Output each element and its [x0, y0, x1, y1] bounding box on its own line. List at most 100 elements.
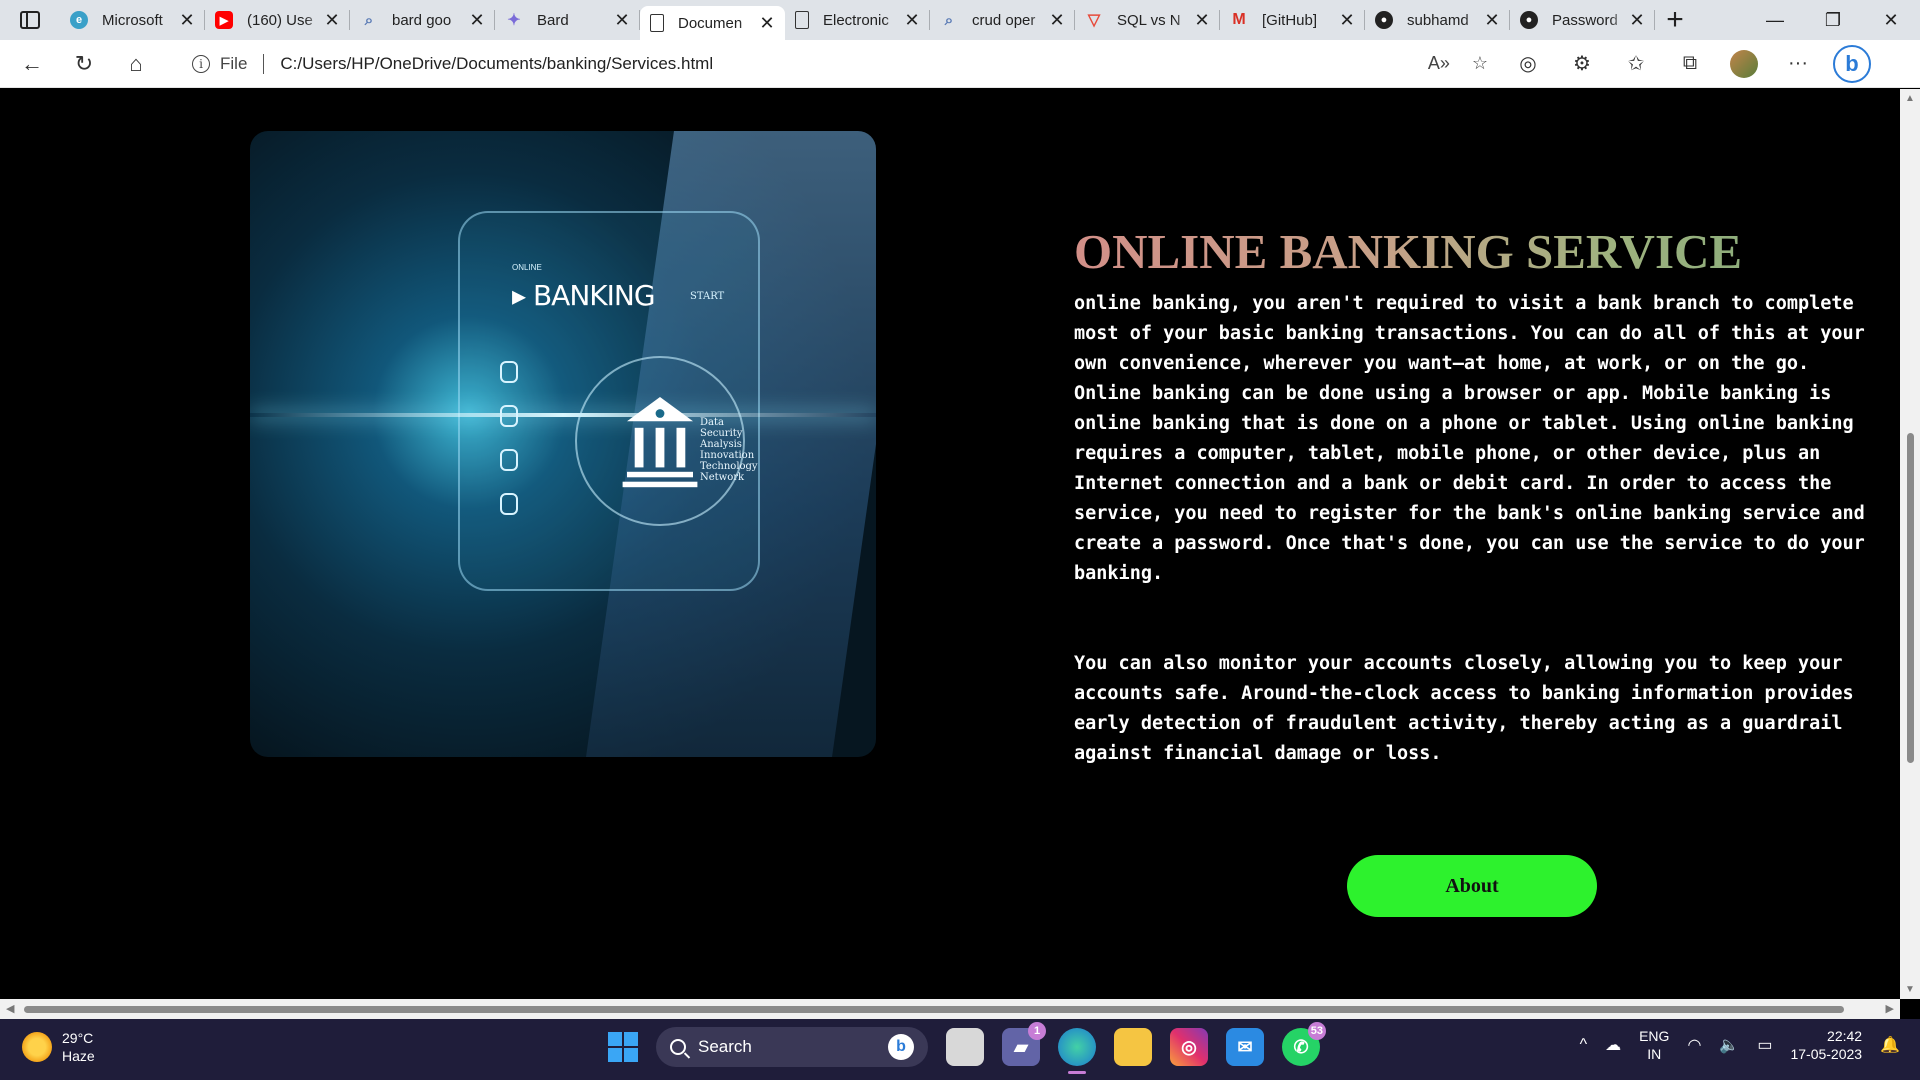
tab-label: Microsoft	[102, 11, 163, 29]
close-tab-icon[interactable]: ✕	[469, 10, 485, 31]
gmail-icon: M	[1232, 11, 1246, 28]
close-tab-icon[interactable]: ✕	[759, 13, 775, 34]
search-placeholder: Search	[698, 1037, 752, 1056]
instagram-icon[interactable]: ◎	[1170, 1028, 1208, 1066]
tab-microsoft[interactable]: e Microsoft ✕	[60, 0, 205, 40]
tab-github-subham[interactable]: ● subhamd ✕	[1365, 0, 1510, 40]
battery-icon[interactable]: ▭	[1757, 1035, 1772, 1055]
tab-actions-icon	[20, 11, 40, 29]
new-tab-button[interactable]: +	[1655, 0, 1695, 40]
image-keyword-list: Data Security Analysis Innovation Techno…	[700, 417, 758, 483]
close-tab-icon[interactable]: ✕	[1484, 10, 1500, 31]
tab-gmail-github[interactable]: M [GitHub] ✕	[1220, 0, 1365, 40]
add-favorite-icon[interactable]: ☆	[1472, 53, 1488, 74]
close-tab-icon[interactable]: ✕	[1049, 10, 1065, 31]
tab-sql-vs-nosql[interactable]: ▽ SQL vs N ✕	[1075, 0, 1220, 40]
paragraph: You can also monitor your accounts close…	[1074, 653, 1854, 764]
about-button[interactable]: About	[1347, 855, 1597, 917]
bank-building-icon	[622, 397, 698, 488]
file-explorer-window-icon[interactable]	[946, 1028, 984, 1066]
weather-widget[interactable]: 29°C Haze	[22, 1029, 95, 1065]
tab-label: crud oper	[972, 11, 1036, 29]
weather-condition: Haze	[62, 1048, 95, 1064]
browser-toolbar: ← ↻ ⌂ i File C:/Users/HP/OneDrive/Docume…	[0, 40, 1920, 88]
extensions-puzzle-icon[interactable]: ⚙	[1562, 46, 1602, 82]
close-tab-icon[interactable]: ✕	[324, 10, 340, 31]
mail-icon[interactable]: ✉	[1226, 1028, 1264, 1066]
profile-avatar[interactable]	[1724, 46, 1764, 82]
tab-label: [GitHub]	[1262, 11, 1318, 29]
list-item: Analysis	[700, 439, 742, 450]
banking-text: BANKING	[532, 279, 656, 312]
minimize-button[interactable]: —	[1746, 0, 1804, 40]
tab-label: bard goo	[392, 11, 452, 29]
page-title: ONLINE BANKING SERVICE	[1074, 224, 1743, 279]
scroll-down-icon[interactable]: ▼	[1905, 984, 1915, 995]
tab-actions-button[interactable]	[0, 0, 60, 40]
github-icon: ●	[1520, 11, 1538, 29]
horizontal-scroll-thumb[interactable]	[24, 1006, 1844, 1013]
taskbar-search[interactable]: Search b	[656, 1027, 928, 1067]
list-item: Data	[700, 417, 724, 428]
bing-copilot-button[interactable]: b	[1832, 44, 1872, 83]
scroll-left-icon[interactable]: ◀	[6, 1002, 14, 1015]
teams-badge: 1	[1028, 1022, 1046, 1040]
read-aloud-icon[interactable]: A»	[1428, 53, 1450, 74]
more-menu-icon[interactable]: ···	[1778, 46, 1818, 82]
tab-label: Bard	[537, 11, 569, 29]
address-bar[interactable]: i File C:/Users/HP/OneDrive/Documents/ba…	[172, 45, 1502, 82]
close-tab-icon[interactable]: ✕	[1629, 10, 1645, 31]
scroll-up-icon[interactable]: ▲	[1905, 93, 1915, 104]
back-button[interactable]: ←	[8, 44, 56, 84]
tab-github-password[interactable]: ● Password ✕	[1510, 0, 1655, 40]
close-tab-icon[interactable]: ✕	[614, 10, 630, 31]
url-text[interactable]: C:/Users/HP/OneDrive/Documents/banking/S…	[280, 54, 713, 74]
paragraph: online banking, you aren't required to v…	[1074, 293, 1865, 584]
horizontal-scrollbar[interactable]: ◀ ▶	[0, 999, 1900, 1019]
github-icon: ●	[1375, 11, 1393, 29]
file-explorer-icon[interactable]	[1114, 1028, 1152, 1066]
list-item: Security	[700, 428, 743, 439]
onedrive-error-icon[interactable]: ☁	[1605, 1035, 1621, 1055]
volume-icon[interactable]: 🔈	[1719, 1035, 1739, 1055]
windows-start-icon[interactable]	[608, 1032, 638, 1062]
tab-bard[interactable]: ✦ Bard ✕	[495, 0, 640, 40]
whatsapp-icon[interactable]: ✆ 53	[1282, 1022, 1326, 1066]
tab-label: Electronic	[823, 11, 889, 29]
collections-icon[interactable]: ⧉	[1670, 46, 1710, 82]
info-icon[interactable]: i	[192, 54, 210, 73]
wifi-icon[interactable]: ◠	[1687, 1035, 1701, 1055]
tab-youtube[interactable]: ▶ (160) Use ✕	[205, 0, 350, 40]
extension-circle-icon[interactable]: ◎	[1508, 46, 1548, 82]
weather-temp: 29°C	[62, 1030, 94, 1046]
tab-electronic[interactable]: Electronic ✕	[785, 0, 930, 40]
show-hidden-icons-chevron-icon[interactable]: ^	[1580, 1036, 1588, 1054]
close-tab-icon[interactable]: ✕	[1194, 10, 1210, 31]
window-controls: — ❐ ✕	[1746, 0, 1920, 40]
language-indicator[interactable]: ENG IN	[1639, 1027, 1669, 1063]
tab-label: (160) Use	[247, 11, 313, 29]
tab-document-active[interactable]: Documen ✕	[640, 6, 785, 40]
restore-button[interactable]: ❐	[1804, 0, 1862, 40]
clock[interactable]: 22:42 17-05-2023	[1790, 1027, 1862, 1063]
edge-browser-icon[interactable]	[1058, 1028, 1096, 1074]
favorites-icon[interactable]: ✩	[1616, 46, 1656, 82]
tab-bard-google[interactable]: ⌕ bard goo ✕	[350, 0, 495, 40]
notification-bell-icon[interactable]: 🔔	[1880, 1035, 1900, 1055]
search-icon	[670, 1039, 686, 1055]
close-tab-icon[interactable]: ✕	[904, 10, 920, 31]
scroll-right-icon[interactable]: ▶	[1886, 1002, 1894, 1015]
vertical-scrollbar[interactable]: ▲ ▼	[1900, 89, 1920, 999]
document-icon	[650, 14, 664, 32]
home-button[interactable]: ⌂	[112, 44, 160, 84]
tab-crud-operations[interactable]: ⌕ crud oper ✕	[930, 0, 1075, 40]
service-description: online banking, you aren't required to v…	[1074, 289, 1874, 829]
tab-label: subhamd	[1407, 11, 1469, 29]
refresh-button[interactable]: ↻	[60, 44, 108, 84]
teams-chat-icon[interactable]: ▰ 1	[1002, 1022, 1046, 1066]
close-window-button[interactable]: ✕	[1862, 0, 1920, 40]
close-tab-icon[interactable]: ✕	[1339, 10, 1355, 31]
address-divider	[263, 53, 265, 74]
vertical-scroll-thumb[interactable]	[1907, 433, 1914, 763]
close-tab-icon[interactable]: ✕	[179, 10, 195, 31]
